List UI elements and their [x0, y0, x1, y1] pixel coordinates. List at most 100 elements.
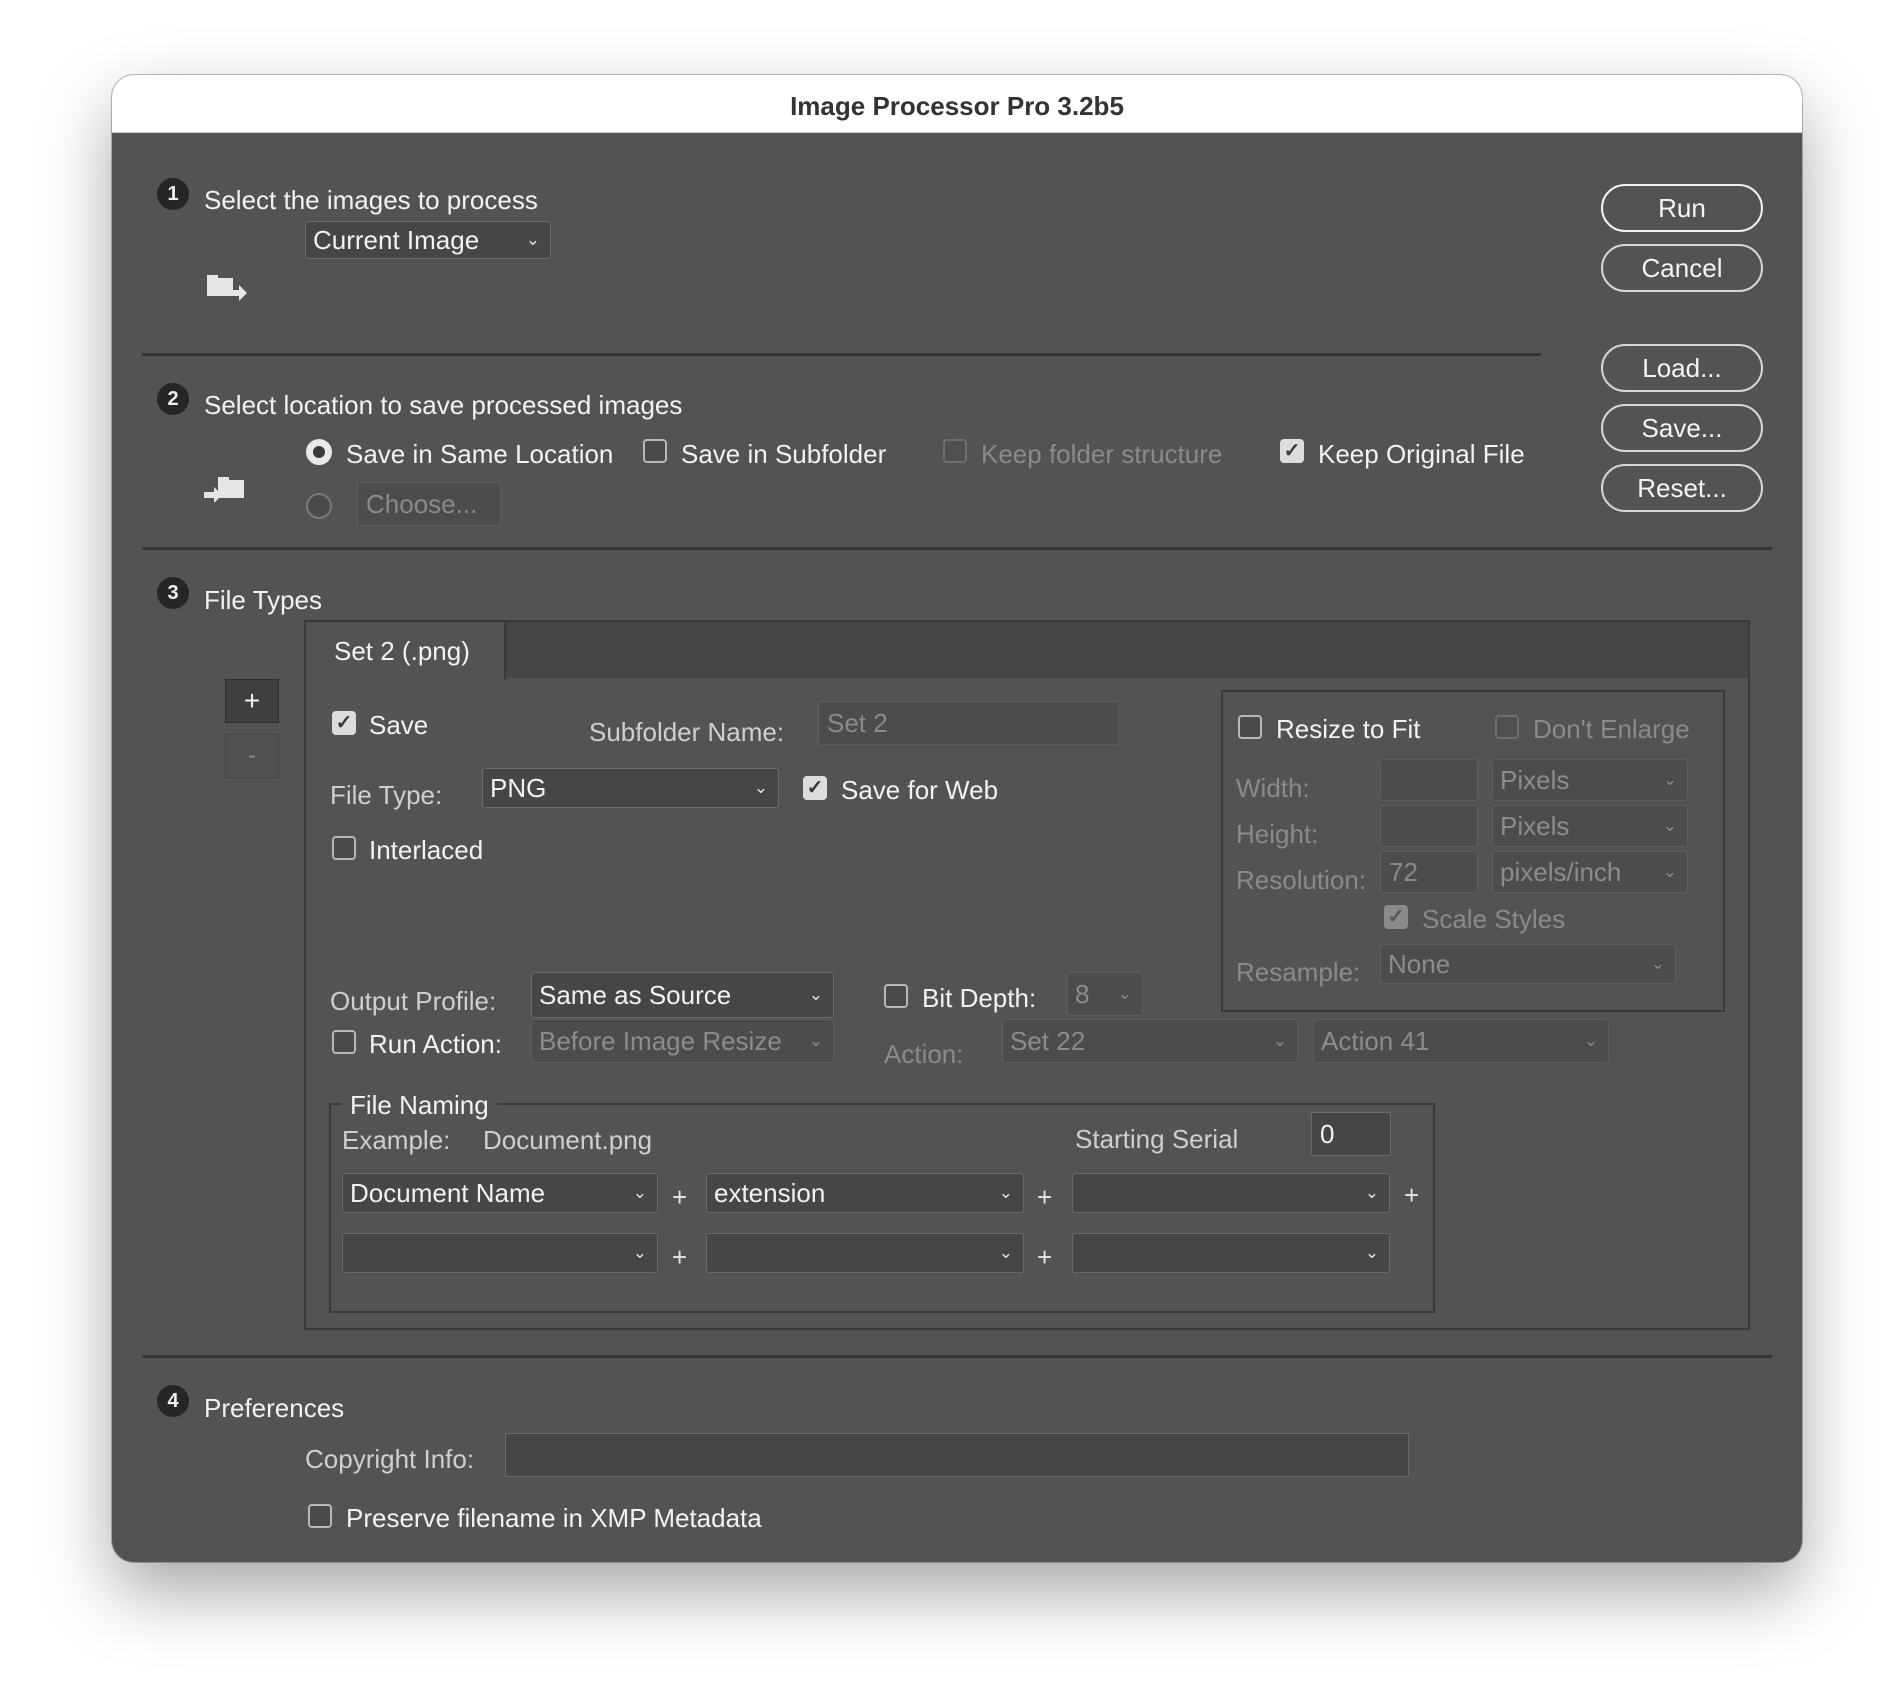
dont-enlarge-checkbox[interactable] — [1495, 715, 1519, 739]
chevron-down-icon: ⌄ — [1364, 1183, 1379, 1202]
step-2-badge: 2 — [157, 383, 189, 415]
chevron-down-icon: ⌄ — [525, 230, 540, 249]
keep-original-file-label: Keep Original File — [1318, 439, 1525, 469]
starting-serial-input[interactable]: 0 — [1311, 1112, 1391, 1156]
chevron-down-icon: ⌄ — [753, 778, 768, 797]
scale-styles-checkbox[interactable]: ✓ — [1384, 905, 1408, 929]
save-same-location-radio[interactable] — [306, 439, 332, 465]
save-settings-button[interactable]: Save... — [1601, 404, 1763, 452]
set-save-checkbox[interactable]: ✓ — [332, 711, 356, 735]
chevron-down-icon: ⌄ — [808, 1031, 823, 1050]
output-profile-value: Same as Source — [539, 979, 732, 1010]
chevron-down-icon: ⌄ — [1650, 954, 1665, 973]
save-same-location-label: Save in Same Location — [346, 439, 614, 469]
window-title: Image Processor Pro 3.2b5 — [790, 91, 1124, 121]
naming-field-5-select[interactable]: ⌄ — [706, 1233, 1024, 1273]
resample-select[interactable]: None ⌄ — [1380, 944, 1676, 984]
image-source-value: Current Image — [313, 224, 480, 255]
run-action-timing-select[interactable]: Before Image Resize ⌄ — [531, 1019, 834, 1063]
section-divider — [142, 547, 1772, 550]
naming-field-2-select[interactable]: extension ⌄ — [706, 1173, 1024, 1213]
remove-set-button[interactable]: - — [225, 734, 279, 778]
interlaced-label: Interlaced — [369, 835, 484, 865]
source-folder-icon — [205, 270, 249, 306]
action-select[interactable]: Action 41 ⌄ — [1313, 1019, 1609, 1063]
keep-original-file-checkbox[interactable]: ✓ — [1280, 439, 1304, 463]
choose-folder-button[interactable]: Choose... — [357, 482, 501, 526]
chevron-down-icon: ⌄ — [1662, 816, 1677, 835]
section-divider — [142, 353, 1541, 356]
plus-separator: + — [1037, 1182, 1053, 1212]
action-value: Action 41 — [1321, 1025, 1430, 1056]
chevron-down-icon: ⌄ — [632, 1243, 647, 1262]
height-label: Height: — [1236, 819, 1319, 849]
naming-field-4-select[interactable]: ⌄ — [342, 1233, 658, 1273]
choose-location-radio[interactable] — [306, 493, 332, 519]
save-in-subfolder-checkbox[interactable] — [643, 439, 667, 463]
chevron-down-icon: ⌄ — [1662, 770, 1677, 789]
add-set-button[interactable]: + — [225, 679, 279, 723]
chevron-down-icon: ⌄ — [808, 985, 823, 1004]
resolution-input[interactable]: 72 — [1380, 851, 1478, 893]
width-label: Width: — [1236, 773, 1310, 803]
tab-set-2-label: Set 2 (.png) — [334, 636, 470, 666]
naming-field-1-value: Document Name — [350, 1177, 546, 1208]
resize-to-fit-checkbox[interactable] — [1238, 715, 1262, 739]
bit-depth-value: 8 — [1075, 978, 1090, 1009]
file-type-label: File Type: — [330, 780, 443, 810]
reset-button[interactable]: Reset... — [1601, 464, 1763, 512]
file-type-select[interactable]: PNG ⌄ — [482, 768, 779, 808]
keep-folder-structure-checkbox[interactable] — [943, 439, 967, 463]
interlaced-checkbox[interactable] — [332, 836, 356, 860]
bit-depth-select[interactable]: 8 ⌄ — [1067, 972, 1143, 1016]
subfolder-name-input[interactable]: Set 2 — [818, 701, 1119, 745]
plus-separator: + — [1037, 1242, 1053, 1272]
width-unit-select[interactable]: Pixels ⌄ — [1492, 759, 1688, 801]
resolution-unit-select[interactable]: pixels/inch ⌄ — [1492, 851, 1688, 893]
height-unit-select[interactable]: Pixels ⌄ — [1492, 805, 1688, 847]
plus-separator: + — [672, 1182, 688, 1212]
example-label: Example: — [342, 1125, 451, 1155]
copyright-input[interactable] — [505, 1433, 1409, 1477]
action-label: Action: — [884, 1039, 964, 1069]
width-unit-value: Pixels — [1500, 764, 1570, 795]
output-profile-select[interactable]: Same as Source ⌄ — [531, 972, 834, 1018]
width-input[interactable] — [1380, 759, 1478, 801]
copyright-label: Copyright Info: — [305, 1444, 475, 1474]
image-source-select[interactable]: Current Image ⌄ — [305, 221, 551, 259]
tab-strip — [306, 622, 1748, 678]
resample-label: Resample: — [1236, 957, 1361, 987]
plus-separator: + — [672, 1242, 688, 1272]
naming-field-2-value: extension — [714, 1177, 826, 1208]
chevron-down-icon: ⌄ — [1364, 1243, 1379, 1262]
run-action-checkbox[interactable] — [332, 1030, 356, 1054]
chevron-down-icon: ⌄ — [1662, 862, 1677, 881]
chevron-down-icon: ⌄ — [1583, 1031, 1598, 1050]
load-button[interactable]: Load... — [1601, 344, 1763, 392]
bit-depth-checkbox[interactable] — [884, 984, 908, 1008]
example-filename: Document.png — [483, 1125, 653, 1155]
naming-field-6-select[interactable]: ⌄ — [1072, 1233, 1390, 1273]
save-for-web-checkbox[interactable]: ✓ — [803, 776, 827, 800]
run-button[interactable]: Run — [1601, 184, 1763, 232]
section-2-heading: Select location to save processed images — [204, 390, 683, 420]
save-for-web-label: Save for Web — [841, 775, 999, 805]
height-input[interactable] — [1380, 805, 1478, 847]
naming-field-3-select[interactable]: ⌄ — [1072, 1173, 1390, 1213]
resize-to-fit-label: Resize to Fit — [1276, 714, 1421, 744]
preserve-filename-checkbox[interactable] — [308, 1504, 332, 1528]
scale-styles-label: Scale Styles — [1422, 904, 1566, 934]
resample-value: None — [1388, 948, 1451, 979]
plus-separator: + — [1404, 1180, 1420, 1210]
naming-field-1-select[interactable]: Document Name ⌄ — [342, 1173, 658, 1213]
dialog-window: Image Processor Pro 3.2b5 1 Select the i… — [112, 75, 1802, 1562]
output-profile-label: Output Profile: — [330, 986, 497, 1016]
step-4-badge: 4 — [157, 1385, 189, 1417]
dont-enlarge-label: Don't Enlarge — [1533, 714, 1690, 744]
keep-folder-structure-label: Keep folder structure — [981, 439, 1223, 469]
cancel-button[interactable]: Cancel — [1601, 244, 1763, 292]
chevron-down-icon: ⌄ — [1117, 984, 1132, 1003]
file-type-value: PNG — [490, 772, 547, 803]
action-set-select[interactable]: Set 22 ⌄ — [1002, 1019, 1298, 1063]
preserve-filename-label: Preserve filename in XMP Metadata — [346, 1503, 762, 1533]
